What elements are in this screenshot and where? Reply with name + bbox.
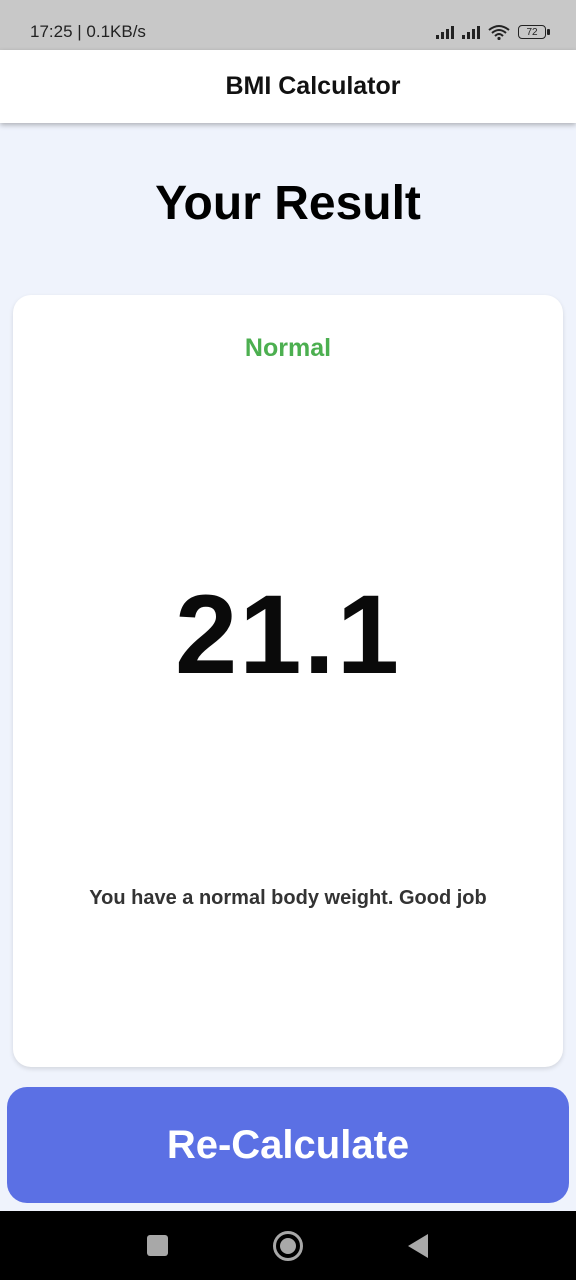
- bmi-category: Normal: [244, 334, 332, 362]
- recents-icon[interactable]: [147, 1235, 168, 1256]
- bmi-value: 21.1: [175, 572, 401, 697]
- status-icons: 72: [436, 22, 550, 42]
- status-time-speed: 17:25 | 0.1KB/s: [30, 22, 146, 41]
- recalculate-button[interactable]: Re-Calculate: [7, 1087, 569, 1203]
- signal-icon: [462, 25, 480, 39]
- battery-icon: 72: [518, 25, 550, 39]
- status-bar: 17:25 | 0.1KB/s 72: [0, 0, 576, 50]
- result-card: Normal 21.1 You have a normal body weigh…: [13, 295, 563, 1067]
- system-nav-bar: [0, 1211, 576, 1280]
- app-title: BMI Calculator: [225, 72, 401, 100]
- wifi-icon: [488, 25, 510, 40]
- app-bar: BMI Calculator: [0, 50, 576, 123]
- page-title: Your Result: [155, 177, 421, 230]
- signal-icon: [436, 25, 454, 39]
- home-icon[interactable]: [273, 1231, 303, 1261]
- bmi-message: You have a normal body weight. Good job: [89, 887, 487, 909]
- back-icon[interactable]: [408, 1234, 428, 1258]
